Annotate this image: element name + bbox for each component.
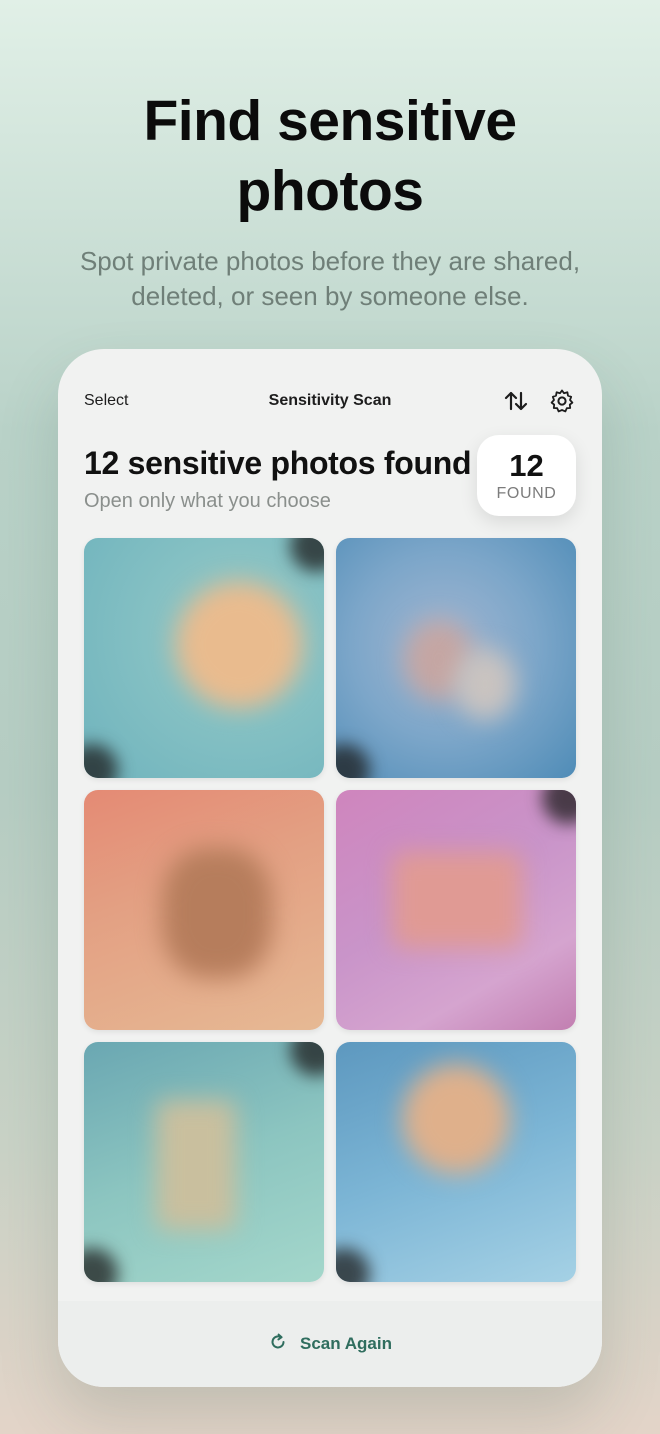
photo-grid xyxy=(84,538,576,1282)
scan-again-button[interactable]: Scan Again xyxy=(58,1301,602,1387)
blurred-photo-6[interactable] xyxy=(336,1042,576,1282)
blurred-photo-1[interactable] xyxy=(84,538,324,778)
blurred-photo-3[interactable] xyxy=(84,790,324,1030)
found-badge: 12 FOUND xyxy=(477,435,576,516)
found-count-heading: 12 sensitive photos found xyxy=(84,445,472,481)
hero-title-line2: photos xyxy=(236,159,424,223)
blurred-photo-4[interactable] xyxy=(336,790,576,1030)
hero-subtitle: Spot private photos before they are shar… xyxy=(40,244,620,314)
found-badge-count: 12 xyxy=(509,447,544,483)
blurred-photo-2[interactable] xyxy=(336,538,576,778)
found-badge-label: FOUND xyxy=(496,484,557,502)
blurred-photo-5[interactable] xyxy=(84,1042,324,1282)
phone-screen-card: Select Sensitivity Scan 12 sensitive pho… xyxy=(58,349,602,1387)
scan-again-label: Scan Again xyxy=(300,1334,392,1353)
gear-icon[interactable] xyxy=(548,387,576,415)
hero-subtitle-line2: deleted, or seen by someone else. xyxy=(131,281,529,311)
refresh-icon xyxy=(268,1332,288,1357)
hero-title: Find sensitive photos xyxy=(0,86,660,226)
hero-title-line1: Find sensitive xyxy=(143,89,517,153)
hero-subtitle-line1: Spot private photos before they are shar… xyxy=(79,246,581,276)
found-count-subtitle: Open only what you choose xyxy=(84,490,331,512)
sort-arrows-icon[interactable] xyxy=(502,387,530,415)
